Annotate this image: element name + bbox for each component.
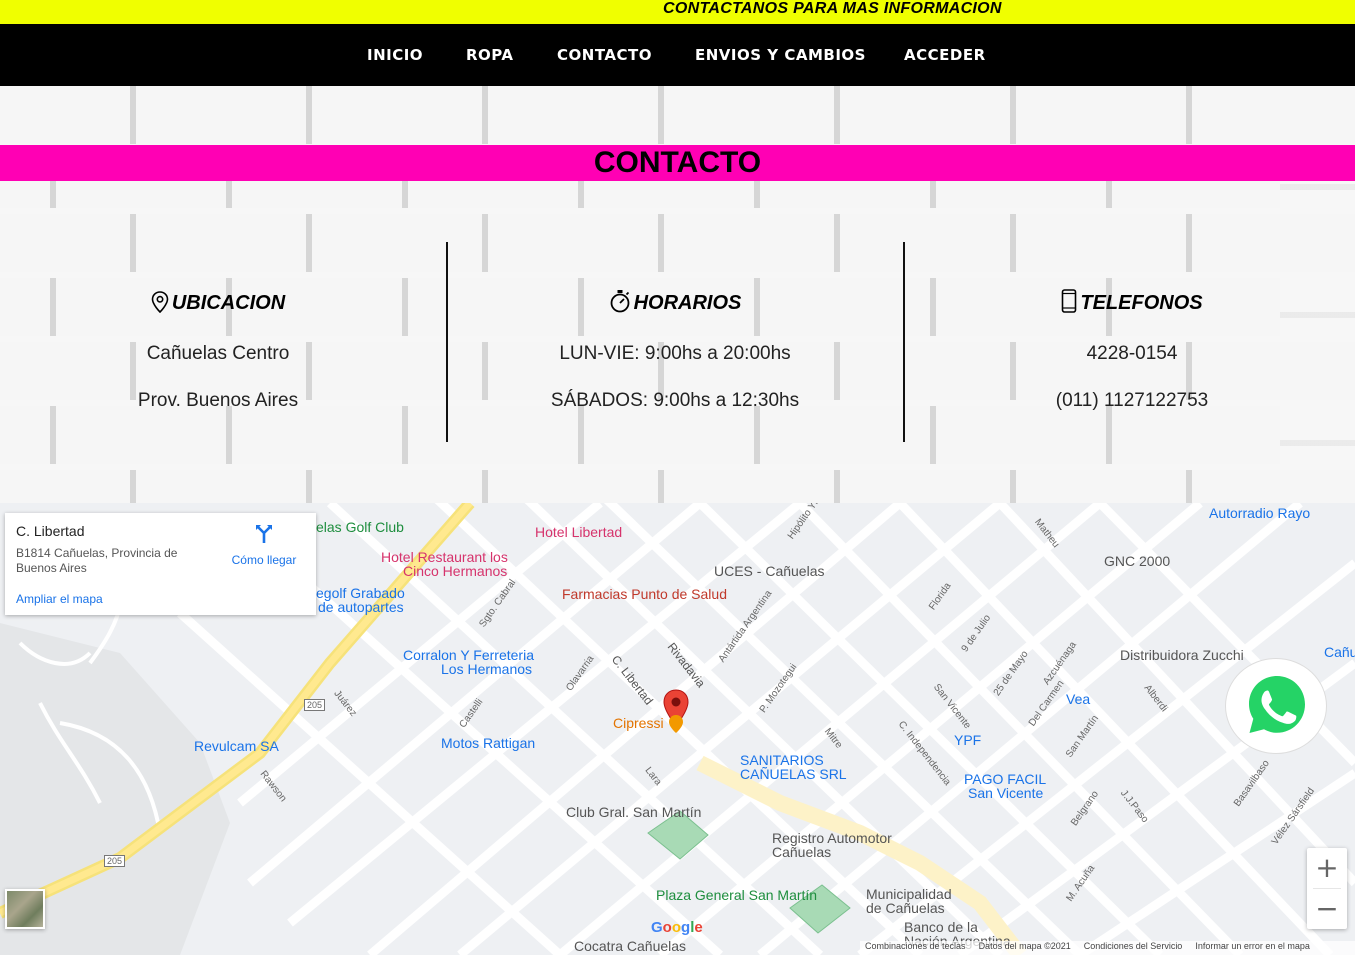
poi-pago-facil-line2: San Vicente (968, 785, 1044, 801)
main-nav: INICIO ROPA CONTACTO ENVIOS Y CAMBIOS AC… (0, 24, 1355, 86)
directions-button[interactable]: Cómo llegar (231, 524, 297, 567)
promo-bar: CONTACTANOS PARA MAS INFORMACION (0, 0, 1355, 24)
mobile-phone-icon (1062, 289, 1077, 313)
poi-uces[interactable]: UCES - Cañuelas (714, 564, 825, 578)
poi-farmacia[interactable]: Farmacias Punto de Salud (562, 587, 727, 601)
phone-line-1: 4228-0154 (1086, 343, 1178, 364)
poi-cocatra[interactable]: Cocatra Cañuelas (574, 939, 686, 953)
zoom-in-button[interactable]: + (1307, 848, 1347, 888)
hours-column: HORARIOS LUN-VIE: 9:00hs a 20:00hs SÁBAD… (457, 288, 893, 412)
place-name: C. Libertad (16, 523, 85, 539)
terms-link[interactable]: Condiciones del Servicio (1084, 941, 1183, 951)
poi-registro-line2: Cañuelas (772, 844, 832, 860)
page-title-band: CONTACTO (0, 145, 1355, 181)
route-205-shield: 205 (304, 699, 326, 711)
map-zoom-control: + − (1307, 848, 1347, 929)
poi-motos-rattigan[interactable]: Motos Rattigan (441, 736, 535, 750)
poi-sanitarios-line2: CAÑUELAS SRL (740, 766, 847, 782)
location-column: UBICACION Cañuelas Centro Prov. Buenos A… (0, 288, 436, 412)
location-heading: UBICACION (0, 288, 436, 318)
satellite-toggle-button[interactable] (5, 889, 45, 929)
poi-pago-facil[interactable]: PAGO FACIL (964, 772, 1046, 786)
poi-municipalidad[interactable]: Municipalidad (866, 887, 952, 901)
column-divider (446, 242, 448, 442)
poi-vea[interactable]: Vea (1066, 692, 1090, 706)
page-title: CONTACTO (593, 146, 762, 179)
map-info-card: C. Libertad B1814 Cañuelas, Provincia de… (5, 513, 316, 615)
nav-item-envios[interactable]: ENVIOS Y CAMBIOS (695, 46, 866, 64)
keyboard-shortcuts-link[interactable]: Combinaciones de teclas (865, 941, 966, 951)
nav-item-inicio[interactable]: INICIO (367, 46, 423, 64)
stopwatch-icon (610, 290, 629, 313)
poi-hotel-restaurant-line2: Cinco Hermanos (403, 563, 508, 579)
nav-item-acceder[interactable]: ACCEDER (904, 46, 986, 64)
poi-autorradio[interactable]: Autorradio Rayo (1209, 506, 1310, 520)
poi-hotel-restaurant[interactable]: Hotel Restaurant los (381, 550, 508, 564)
poi-revulcam[interactable]: Revulcam SA (194, 739, 279, 753)
phones-heading: TELEFONOS (914, 288, 1350, 318)
hours-line-2: SÁBADOS: 9:00hs a 12:30hs (550, 390, 800, 411)
promo-text: CONTACTANOS PARA MAS INFORMACION (663, 0, 1002, 17)
poi-cipressi[interactable]: Cipressi (613, 716, 664, 730)
location-line-1: Cañuelas Centro (146, 343, 290, 364)
poi-hotel-libertad[interactable]: Hotel Libertad (535, 525, 622, 539)
report-error-link[interactable]: Informar un error en el mapa (1195, 941, 1310, 951)
map-footer: Combinaciones de teclas Datos del mapa ©2… (860, 941, 1355, 955)
poi-gnc[interactable]: GNC 2000 (1104, 554, 1170, 568)
whatsapp-button[interactable] (1225, 658, 1327, 754)
poi-distribuidora[interactable]: Distribuidora Zucchi (1120, 648, 1244, 662)
directions-icon (256, 525, 272, 543)
enlarge-map-link[interactable]: Ampliar el mapa (16, 592, 103, 606)
route-205-shield: 205 (104, 855, 126, 867)
place-address: B1814 Cañuelas, Provincia de Buenos Aire… (16, 546, 178, 575)
poi-municipalidad-line2: de Cañuelas (866, 900, 945, 916)
poi-banco[interactable]: Banco de la (904, 920, 978, 934)
map-data-text: Datos del mapa ©2021 (978, 941, 1071, 951)
poi-club-san-martin[interactable]: Club Gral. San Martín (566, 805, 701, 819)
poi-grabado[interactable]: egolf Grabado (316, 586, 405, 600)
google-logo: Google (651, 919, 703, 936)
phones-column: TELEFONOS 4228-0154 (011) 1127122753 (914, 288, 1350, 412)
poi-sanitarios[interactable]: SANITARIOS (740, 753, 824, 767)
hours-heading: HORARIOS (457, 288, 893, 318)
poi-corralon-line2: Los Hermanos (441, 661, 533, 677)
poi-ypf[interactable]: YPF (954, 733, 981, 747)
location-line-2: Prov. Buenos Aires (137, 390, 299, 411)
poi-plaza[interactable]: Plaza General San Martín (656, 888, 817, 902)
restaurant-pin-icon (669, 715, 683, 733)
poi-corralon[interactable]: Corralon Y Ferreteria (403, 648, 534, 662)
phone-line-2: (011) 1127122753 (1055, 390, 1209, 411)
poi-golf-club[interactable]: elas Golf Club (316, 520, 404, 534)
hours-line-1: LUN-VIE: 9:00hs a 20:00hs (559, 343, 791, 364)
poi-grabado-line2: de autopartes (318, 599, 404, 615)
poi-registro[interactable]: Registro Automotor (772, 831, 892, 845)
nav-item-ropa[interactable]: ROPA (466, 46, 514, 64)
location-pin-icon (151, 291, 169, 314)
whatsapp-icon (1249, 676, 1305, 733)
column-divider (903, 242, 905, 442)
zoom-out-button[interactable]: − (1307, 889, 1347, 929)
nav-item-contacto[interactable]: CONTACTO (557, 46, 652, 64)
poi-canu[interactable]: Cañu (1324, 645, 1355, 659)
